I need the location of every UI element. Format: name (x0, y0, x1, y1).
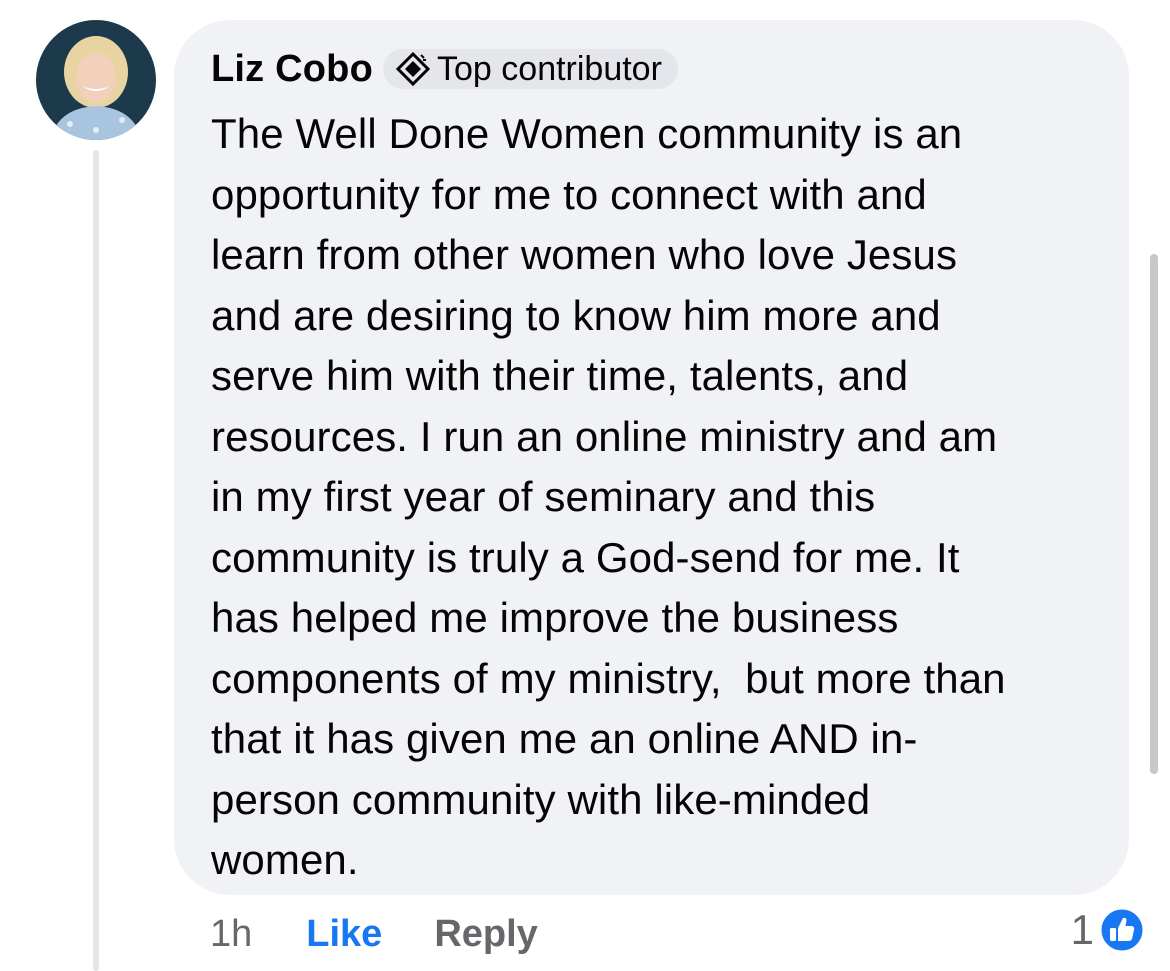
reaction-summary[interactable]: 1 (1071, 904, 1146, 956)
comment-actions: 1h Like Reply (210, 910, 538, 958)
top-contributor-badge[interactable]: Top contributor (383, 49, 678, 89)
badge-label: Top contributor (437, 50, 662, 88)
reply-button[interactable]: Reply (434, 913, 537, 956)
timestamp[interactable]: 1h (210, 913, 252, 956)
comment-header: Liz Cobo Top contributor (211, 44, 1099, 94)
avatar-photo (36, 20, 156, 140)
like-button[interactable]: Like (306, 913, 382, 956)
scrollbar[interactable] (1150, 254, 1158, 774)
comment-bubble: Liz Cobo Top contributor The Well Done W… (174, 20, 1129, 895)
reaction-count: 1 (1070, 906, 1094, 953)
thread-line (93, 150, 99, 971)
author-name[interactable]: Liz Cobo (211, 50, 373, 88)
top-contributor-diamond-icon (395, 51, 431, 87)
comment-text: The Well Done Women community is an oppo… (211, 110, 1006, 883)
like-thumbs-up-icon (1098, 906, 1146, 954)
author-avatar[interactable] (36, 20, 156, 140)
